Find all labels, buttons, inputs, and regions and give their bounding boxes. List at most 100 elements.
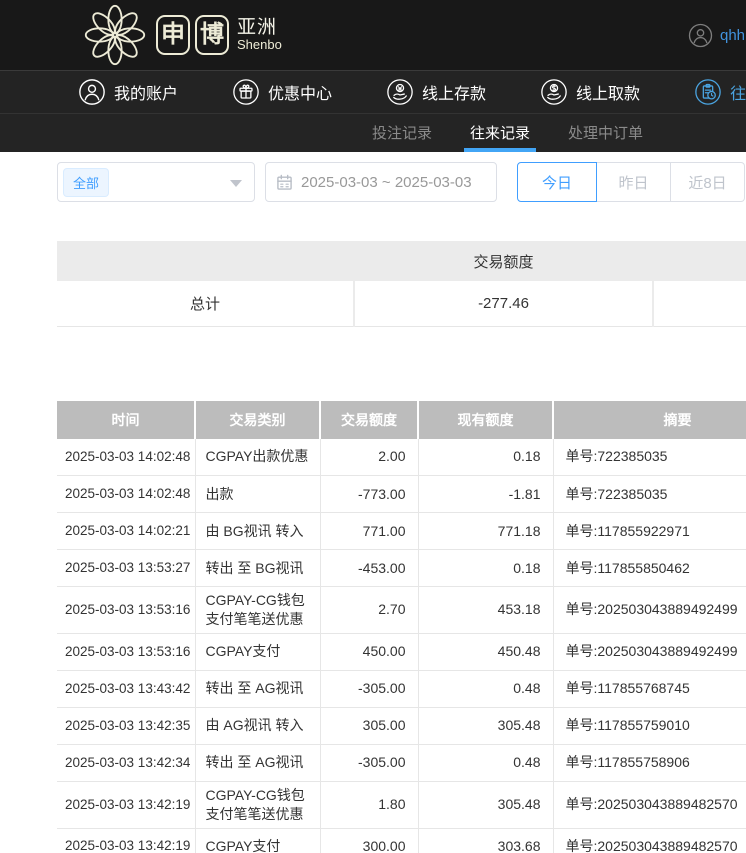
- summary-header-row: 交易额度: [57, 241, 746, 281]
- cell-type: 由 BG视讯 转入: [195, 513, 320, 550]
- user-icon: [78, 78, 106, 106]
- deposit-icon: [386, 78, 414, 106]
- table-row: 2025-03-03 13:42:19 CGPAY-CG钱包支付笔笔送优惠 1.…: [57, 781, 746, 828]
- chevron-down-icon: [230, 180, 242, 187]
- nav-item-transaction-records[interactable]: 往来记录: [694, 78, 746, 106]
- user-info[interactable]: qhh: [688, 0, 745, 70]
- summary-total-value: -277.46: [354, 281, 653, 326]
- cell-type: 转出 至 AG视讯: [195, 744, 320, 781]
- filter-bar: 全部 2025-03-03 ~ 2025-03-03 今日 昨日 近8日: [0, 152, 746, 202]
- cell-amount: 2.70: [320, 587, 418, 634]
- type-select-tag: 全部: [63, 168, 109, 197]
- column-header-summary: 摘要: [553, 401, 746, 439]
- cell-time: 2025-03-03 13:43:42: [57, 670, 195, 707]
- cell-time: 2025-03-03 13:42:34: [57, 744, 195, 781]
- cell-amount: 300.00: [320, 828, 418, 853]
- brand-region: 亚洲: [237, 18, 282, 38]
- cell-summary: 单号:202503043889482570: [553, 828, 746, 853]
- cell-summary: 单号:202503043889492499: [553, 587, 746, 634]
- table-row: 2025-03-03 14:02:21 由 BG视讯 转入 771.00 771…: [57, 513, 746, 550]
- cell-balance: 305.48: [418, 707, 553, 744]
- cell-summary: 单号:117855758906: [553, 744, 746, 781]
- nav-item-label: 往来记录: [730, 80, 746, 104]
- cell-summary: 单号:117855768745: [553, 670, 746, 707]
- brand-logo[interactable]: 申 博 亚洲 Shenbo: [84, 4, 282, 66]
- cell-amount: -305.00: [320, 744, 418, 781]
- table-row: 2025-03-03 14:02:48 出款 -773.00 -1.81 单号:…: [57, 476, 746, 513]
- cell-amount: 2.00: [320, 439, 418, 476]
- tab-betting-records[interactable]: 投注记录: [366, 122, 438, 152]
- date-range-input[interactable]: 2025-03-03 ~ 2025-03-03: [265, 162, 497, 202]
- cell-type: 转出 至 AG视讯: [195, 670, 320, 707]
- date-range-value: 2025-03-03 ~ 2025-03-03: [301, 174, 472, 191]
- cell-time: 2025-03-03 13:42:35: [57, 707, 195, 744]
- brand-text: 亚洲 Shenbo: [237, 18, 282, 52]
- records-table: 时间 交易类别 交易额度 现有额度 摘要 2025-03-03 14:02:48…: [57, 401, 746, 853]
- nav-item-label: 优惠中心: [268, 80, 332, 104]
- summary-header-spacer-right: [653, 241, 746, 281]
- cell-type: CGPAY支付: [195, 633, 320, 670]
- column-header-time: 时间: [57, 401, 195, 439]
- cell-summary: 单号:202503043889482570: [553, 781, 746, 828]
- cell-balance: 0.18: [418, 550, 553, 587]
- table-row: 2025-03-03 13:53:16 CGPAY-CG钱包支付笔笔送优惠 2.…: [57, 587, 746, 634]
- cell-summary: 单号:722385035: [553, 476, 746, 513]
- gift-icon: [232, 78, 260, 106]
- table-row: 2025-03-03 13:42:35 由 AG视讯 转入 305.00 305…: [57, 707, 746, 744]
- summary-total-row: 总计 -277.46: [57, 281, 746, 326]
- cell-time: 2025-03-03 13:42:19: [57, 828, 195, 853]
- cell-time: 2025-03-03 13:42:19: [57, 781, 195, 828]
- nav-item-promotions[interactable]: 优惠中心: [232, 78, 332, 106]
- brand-char-shen: 申: [156, 15, 190, 55]
- brand-latin: Shenbo: [237, 38, 282, 52]
- nav-item-deposit[interactable]: 线上存款: [386, 78, 486, 106]
- brand-char-bo: 博: [195, 15, 229, 55]
- cell-balance: -1.81: [418, 476, 553, 513]
- cell-type: CGPAY-CG钱包支付笔笔送优惠: [195, 587, 320, 634]
- cell-balance: 771.18: [418, 513, 553, 550]
- cell-balance: 0.48: [418, 744, 553, 781]
- tabbar: 投注记录 往来记录 处理中订单: [0, 113, 746, 152]
- type-select[interactable]: 全部: [57, 162, 255, 202]
- summary-table: 交易额度 总计 -277.46: [57, 241, 746, 327]
- cell-amount: -305.00: [320, 670, 418, 707]
- column-header-balance: 现有额度: [418, 401, 553, 439]
- quick-range-buttons: 今日 昨日 近8日: [517, 162, 745, 202]
- tab-processing-orders[interactable]: 处理中订单: [562, 122, 649, 152]
- cell-time: 2025-03-03 13:53:16: [57, 633, 195, 670]
- table-row: 2025-03-03 13:42:34 转出 至 AG视讯 -305.00 0.…: [57, 744, 746, 781]
- cell-amount: -773.00: [320, 476, 418, 513]
- username: qhh: [720, 27, 745, 44]
- cell-time: 2025-03-03 13:53:27: [57, 550, 195, 587]
- table-row: 2025-03-03 13:53:16 CGPAY支付 450.00 450.4…: [57, 633, 746, 670]
- cell-type: CGPAY支付: [195, 828, 320, 853]
- column-header-amount: 交易额度: [320, 401, 418, 439]
- nav-item-withdraw[interactable]: 线上取款: [540, 78, 640, 106]
- nav-item-label: 线上取款: [576, 80, 640, 104]
- records-header-row: 时间 交易类别 交易额度 现有额度 摘要: [57, 401, 746, 439]
- cell-type: CGPAY出款优惠: [195, 439, 320, 476]
- today-button[interactable]: 今日: [517, 162, 597, 202]
- summary-header-amount: 交易额度: [354, 241, 653, 281]
- calendar-icon: [276, 174, 293, 191]
- cell-balance: 305.48: [418, 781, 553, 828]
- cell-type: 由 AG视讯 转入: [195, 707, 320, 744]
- yesterday-button[interactable]: 昨日: [597, 162, 671, 202]
- cell-balance: 0.18: [418, 439, 553, 476]
- cell-balance: 453.18: [418, 587, 553, 634]
- cell-summary: 单号:117855759010: [553, 707, 746, 744]
- nav-item-label: 线上存款: [422, 80, 486, 104]
- cell-type: 转出 至 BG视讯: [195, 550, 320, 587]
- topbar: 申 博 亚洲 Shenbo qhh: [0, 0, 746, 70]
- cell-amount: 450.00: [320, 633, 418, 670]
- tab-transaction-records[interactable]: 往来记录: [464, 122, 536, 152]
- last-8-days-button[interactable]: 近8日: [671, 162, 745, 202]
- cell-balance: 303.68: [418, 828, 553, 853]
- cell-amount: 771.00: [320, 513, 418, 550]
- cell-balance: 0.48: [418, 670, 553, 707]
- cell-summary: 单号:117855922971: [553, 513, 746, 550]
- nav-item-label: 我的账户: [114, 80, 178, 104]
- table-row: 2025-03-03 13:43:42 转出 至 AG视讯 -305.00 0.…: [57, 670, 746, 707]
- table-row: 2025-03-03 14:02:48 CGPAY出款优惠 2.00 0.18 …: [57, 439, 746, 476]
- nav-item-my-account[interactable]: 我的账户: [78, 78, 178, 106]
